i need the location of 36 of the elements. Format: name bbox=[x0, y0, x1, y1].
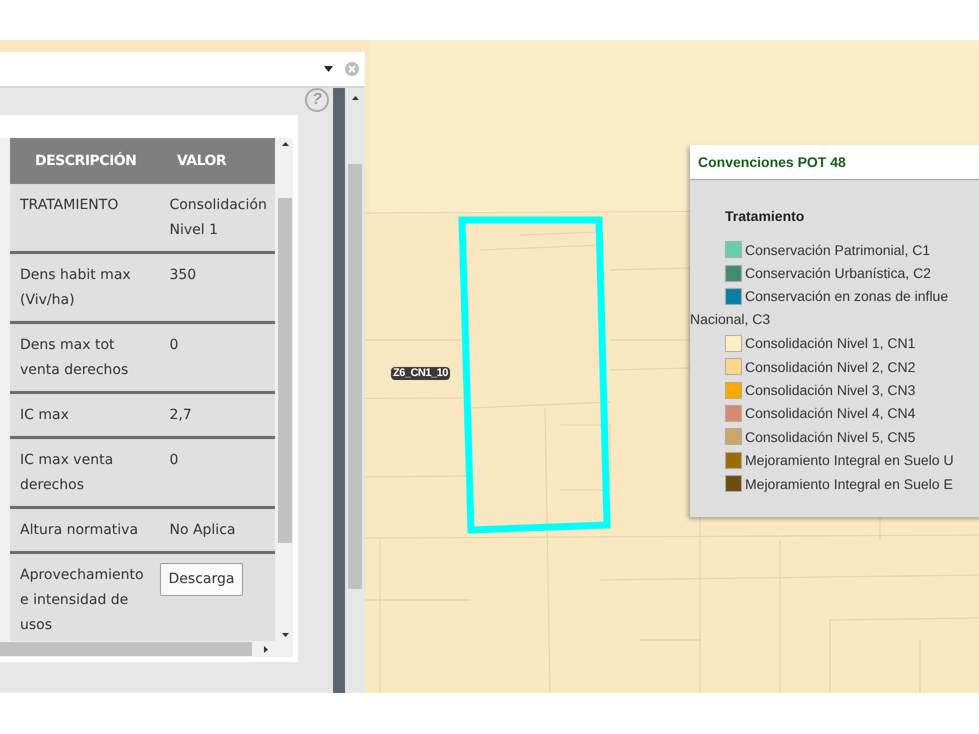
table-cell-text: 350 bbox=[168, 266, 198, 285]
table-cell-text: No Aplica bbox=[168, 521, 236, 540]
scrollbar[interactable] bbox=[0, 641, 293, 657]
section-heading: Tratamiento bbox=[725, 208, 806, 224]
table-cell-text: 2,7 bbox=[168, 406, 193, 425]
legend-label: Consolidación Nivel 2, CN2 bbox=[745, 358, 916, 375]
legend-label: Consolidación Nivel 1, CN1 bbox=[745, 335, 916, 352]
table-cell-text: Dens habit max (Viv/ha) bbox=[19, 266, 132, 310]
scroll-down-icon[interactable] bbox=[282, 633, 289, 637]
map-label: Z6_CN1_10 bbox=[391, 367, 450, 380]
column-header: VALOR bbox=[176, 153, 228, 169]
column-header: DESCRIPCIÓN bbox=[34, 153, 138, 169]
dropdown-caret-icon[interactable] bbox=[324, 66, 333, 72]
scroll-right-icon[interactable] bbox=[264, 646, 268, 652]
table-cell-text: Consolidación Nivel 1 bbox=[168, 196, 268, 240]
table-cell-text: Aprovechamiento e intensidad de usos bbox=[19, 566, 145, 635]
table-cell-text: Altura normativa bbox=[19, 521, 140, 540]
scroll-up-icon[interactable] bbox=[282, 142, 289, 146]
table-cell-text: TRATAMIENTO bbox=[19, 196, 120, 215]
table-cell-text: IC max venta derechos bbox=[19, 451, 114, 495]
table-cell-text: 0 bbox=[168, 451, 180, 470]
legend-label: Consolidación Nivel 3, CN3 bbox=[745, 382, 916, 398]
legend-label: Nacional, C3 bbox=[690, 310, 772, 330]
download-button[interactable]: Descarga bbox=[160, 563, 244, 596]
table-cell-text: Dens max tot venta derechos bbox=[19, 336, 130, 380]
table-cell-text: IC max bbox=[19, 406, 70, 425]
legend-label: Consolidación Nivel 4, CN4 bbox=[745, 405, 916, 422]
legend-label: Conservación Patrimonial, C1 bbox=[745, 242, 930, 258]
legend-label: Consolidación Nivel 5, CN5 bbox=[745, 428, 916, 445]
legend-label: Conservación Urbanística, C2 bbox=[745, 265, 931, 282]
legend-title: Convenciones POT 48 bbox=[698, 154, 846, 170]
legend-label: Conservación en zonas de influe bbox=[745, 288, 948, 304]
legend-label: Mejoramiento Integral en Suelo E bbox=[745, 476, 953, 492]
table-cell-text: 0 bbox=[168, 336, 180, 355]
scroll-up-icon[interactable] bbox=[352, 96, 358, 100]
legend-label: Mejoramiento Integral en Suelo U bbox=[745, 452, 954, 468]
